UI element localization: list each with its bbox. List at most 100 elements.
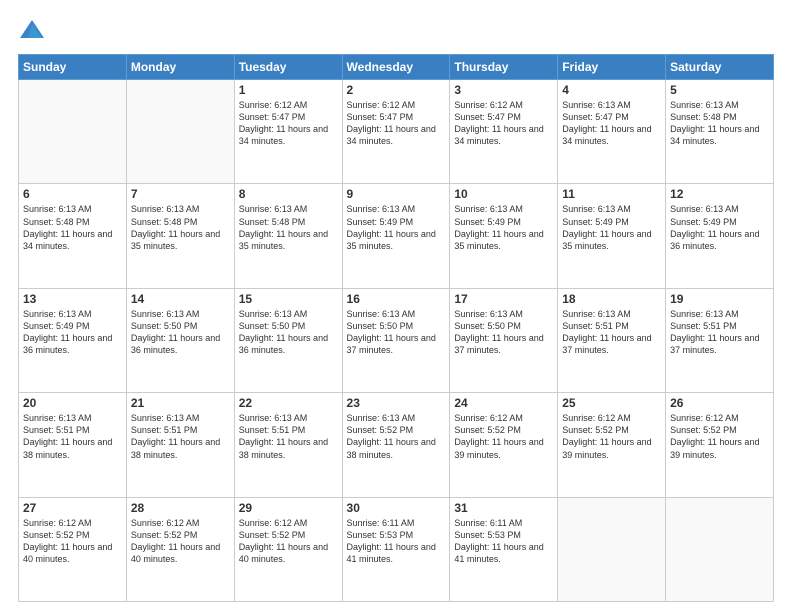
calendar-cell: 26 Sunrise: 6:12 AM Sunset: 5:52 PM Dayli… xyxy=(666,393,774,497)
calendar-cell: 21 Sunrise: 6:13 AM Sunset: 5:51 PM Dayli… xyxy=(126,393,234,497)
day-number: 11 xyxy=(562,187,661,201)
calendar-cell: 4 Sunrise: 6:13 AM Sunset: 5:47 PM Daylig… xyxy=(558,80,666,184)
cell-content: Sunrise: 6:13 AM Sunset: 5:48 PM Dayligh… xyxy=(239,203,338,252)
cell-content: Sunrise: 6:12 AM Sunset: 5:52 PM Dayligh… xyxy=(131,517,230,566)
cell-content: Sunrise: 6:12 AM Sunset: 5:52 PM Dayligh… xyxy=(23,517,122,566)
day-number: 23 xyxy=(347,396,446,410)
day-number: 3 xyxy=(454,83,553,97)
day-number: 22 xyxy=(239,396,338,410)
day-number: 26 xyxy=(670,396,769,410)
day-number: 18 xyxy=(562,292,661,306)
calendar-cell xyxy=(666,497,774,601)
calendar-cell: 10 Sunrise: 6:13 AM Sunset: 5:49 PM Dayli… xyxy=(450,184,558,288)
day-number: 16 xyxy=(347,292,446,306)
cell-content: Sunrise: 6:13 AM Sunset: 5:51 PM Dayligh… xyxy=(131,412,230,461)
cell-content: Sunrise: 6:13 AM Sunset: 5:49 PM Dayligh… xyxy=(562,203,661,252)
calendar-cell: 28 Sunrise: 6:12 AM Sunset: 5:52 PM Dayli… xyxy=(126,497,234,601)
cell-content: Sunrise: 6:13 AM Sunset: 5:51 PM Dayligh… xyxy=(239,412,338,461)
calendar-week-2: 6 Sunrise: 6:13 AM Sunset: 5:48 PM Daylig… xyxy=(19,184,774,288)
calendar-cell: 24 Sunrise: 6:12 AM Sunset: 5:52 PM Dayli… xyxy=(450,393,558,497)
calendar-week-5: 27 Sunrise: 6:12 AM Sunset: 5:52 PM Dayli… xyxy=(19,497,774,601)
cell-content: Sunrise: 6:13 AM Sunset: 5:50 PM Dayligh… xyxy=(347,308,446,357)
day-number: 10 xyxy=(454,187,553,201)
day-number: 6 xyxy=(23,187,122,201)
day-header-thursday: Thursday xyxy=(450,55,558,80)
calendar-cell: 7Sunrise: 6:13 AM Sunset: 5:48 PM Daylig… xyxy=(126,184,234,288)
calendar-cell: 8 Sunrise: 6:13 AM Sunset: 5:48 PM Daylig… xyxy=(234,184,342,288)
calendar-cell: 16 Sunrise: 6:13 AM Sunset: 5:50 PM Dayli… xyxy=(342,288,450,392)
cell-content: Sunrise: 6:12 AM Sunset: 5:47 PM Dayligh… xyxy=(347,99,446,148)
calendar-cell: 6 Sunrise: 6:13 AM Sunset: 5:48 PM Daylig… xyxy=(19,184,127,288)
cell-content: Sunrise: 6:13 AM Sunset: 5:48 PM Dayligh… xyxy=(670,99,769,148)
day-number: 13 xyxy=(23,292,122,306)
header xyxy=(18,16,774,44)
day-number: 27 xyxy=(23,501,122,515)
day-header-friday: Friday xyxy=(558,55,666,80)
cell-content: Sunrise: 6:12 AM Sunset: 5:52 PM Dayligh… xyxy=(670,412,769,461)
day-number: 25 xyxy=(562,396,661,410)
day-number: 17 xyxy=(454,292,553,306)
calendar-cell: 12Sunrise: 6:13 AM Sunset: 5:49 PM Dayli… xyxy=(666,184,774,288)
logo xyxy=(18,16,49,44)
cell-content: Sunrise: 6:13 AM Sunset: 5:51 PM Dayligh… xyxy=(562,308,661,357)
day-number: 21 xyxy=(131,396,230,410)
cell-content: Sunrise: 6:12 AM Sunset: 5:52 PM Dayligh… xyxy=(454,412,553,461)
calendar-week-4: 20 Sunrise: 6:13 AM Sunset: 5:51 PM Dayli… xyxy=(19,393,774,497)
calendar-cell: 31 Sunrise: 6:11 AM Sunset: 5:53 PM Dayli… xyxy=(450,497,558,601)
calendar-cell: 14 Sunrise: 6:13 AM Sunset: 5:50 PM Dayli… xyxy=(126,288,234,392)
cell-content: Sunrise: 6:13 AM Sunset: 5:49 PM Dayligh… xyxy=(454,203,553,252)
day-number: 4 xyxy=(562,83,661,97)
calendar-cell: 2 Sunrise: 6:12 AM Sunset: 5:47 PM Daylig… xyxy=(342,80,450,184)
calendar-cell xyxy=(126,80,234,184)
calendar-cell: 23Sunrise: 6:13 AM Sunset: 5:52 PM Dayli… xyxy=(342,393,450,497)
logo-icon xyxy=(18,16,46,44)
cell-content: Sunrise: 6:11 AM Sunset: 5:53 PM Dayligh… xyxy=(347,517,446,566)
day-number: 15 xyxy=(239,292,338,306)
calendar-cell: 18 Sunrise: 6:13 AM Sunset: 5:51 PM Dayli… xyxy=(558,288,666,392)
calendar-cell: 22 Sunrise: 6:13 AM Sunset: 5:51 PM Dayli… xyxy=(234,393,342,497)
day-number: 2 xyxy=(347,83,446,97)
calendar-cell: 29Sunrise: 6:12 AM Sunset: 5:52 PM Dayli… xyxy=(234,497,342,601)
day-number: 30 xyxy=(347,501,446,515)
cell-content: Sunrise: 6:13 AM Sunset: 5:48 PM Dayligh… xyxy=(23,203,122,252)
cell-content: Sunrise: 6:12 AM Sunset: 5:47 PM Dayligh… xyxy=(239,99,338,148)
cell-content: Sunrise: 6:13 AM Sunset: 5:50 PM Dayligh… xyxy=(131,308,230,357)
calendar-header-row: SundayMondayTuesdayWednesdayThursdayFrid… xyxy=(19,55,774,80)
day-number: 20 xyxy=(23,396,122,410)
day-number: 28 xyxy=(131,501,230,515)
day-header-saturday: Saturday xyxy=(666,55,774,80)
cell-content: Sunrise: 6:13 AM Sunset: 5:50 PM Dayligh… xyxy=(239,308,338,357)
cell-content: Sunrise: 6:13 AM Sunset: 5:47 PM Dayligh… xyxy=(562,99,661,148)
day-number: 7 xyxy=(131,187,230,201)
cell-content: Sunrise: 6:13 AM Sunset: 5:50 PM Dayligh… xyxy=(454,308,553,357)
calendar-cell xyxy=(558,497,666,601)
cell-content: Sunrise: 6:13 AM Sunset: 5:49 PM Dayligh… xyxy=(347,203,446,252)
calendar-cell: 5Sunrise: 6:13 AM Sunset: 5:48 PM Daylig… xyxy=(666,80,774,184)
calendar-cell: 17 Sunrise: 6:13 AM Sunset: 5:50 PM Dayli… xyxy=(450,288,558,392)
day-header-wednesday: Wednesday xyxy=(342,55,450,80)
day-number: 24 xyxy=(454,396,553,410)
calendar-week-1: 1 Sunrise: 6:12 AM Sunset: 5:47 PM Daylig… xyxy=(19,80,774,184)
day-number: 8 xyxy=(239,187,338,201)
day-number: 31 xyxy=(454,501,553,515)
day-header-tuesday: Tuesday xyxy=(234,55,342,80)
day-number: 1 xyxy=(239,83,338,97)
calendar-cell: 15 Sunrise: 6:13 AM Sunset: 5:50 PM Dayli… xyxy=(234,288,342,392)
calendar-cell: 25Sunrise: 6:12 AM Sunset: 5:52 PM Dayli… xyxy=(558,393,666,497)
calendar-cell: 11 Sunrise: 6:13 AM Sunset: 5:49 PM Dayli… xyxy=(558,184,666,288)
cell-content: Sunrise: 6:12 AM Sunset: 5:47 PM Dayligh… xyxy=(454,99,553,148)
page: SundayMondayTuesdayWednesdayThursdayFrid… xyxy=(0,0,792,612)
day-number: 14 xyxy=(131,292,230,306)
day-number: 19 xyxy=(670,292,769,306)
calendar-table: SundayMondayTuesdayWednesdayThursdayFrid… xyxy=(18,54,774,602)
calendar-week-3: 13 Sunrise: 6:13 AM Sunset: 5:49 PM Dayli… xyxy=(19,288,774,392)
cell-content: Sunrise: 6:13 AM Sunset: 5:49 PM Dayligh… xyxy=(670,203,769,252)
calendar-cell: 19 Sunrise: 6:13 AM Sunset: 5:51 PM Dayli… xyxy=(666,288,774,392)
day-number: 9 xyxy=(347,187,446,201)
cell-content: Sunrise: 6:11 AM Sunset: 5:53 PM Dayligh… xyxy=(454,517,553,566)
calendar-cell xyxy=(19,80,127,184)
cell-content: Sunrise: 6:13 AM Sunset: 5:49 PM Dayligh… xyxy=(23,308,122,357)
cell-content: Sunrise: 6:13 AM Sunset: 5:51 PM Dayligh… xyxy=(670,308,769,357)
calendar-cell: 3 Sunrise: 6:12 AM Sunset: 5:47 PM Daylig… xyxy=(450,80,558,184)
day-header-sunday: Sunday xyxy=(19,55,127,80)
